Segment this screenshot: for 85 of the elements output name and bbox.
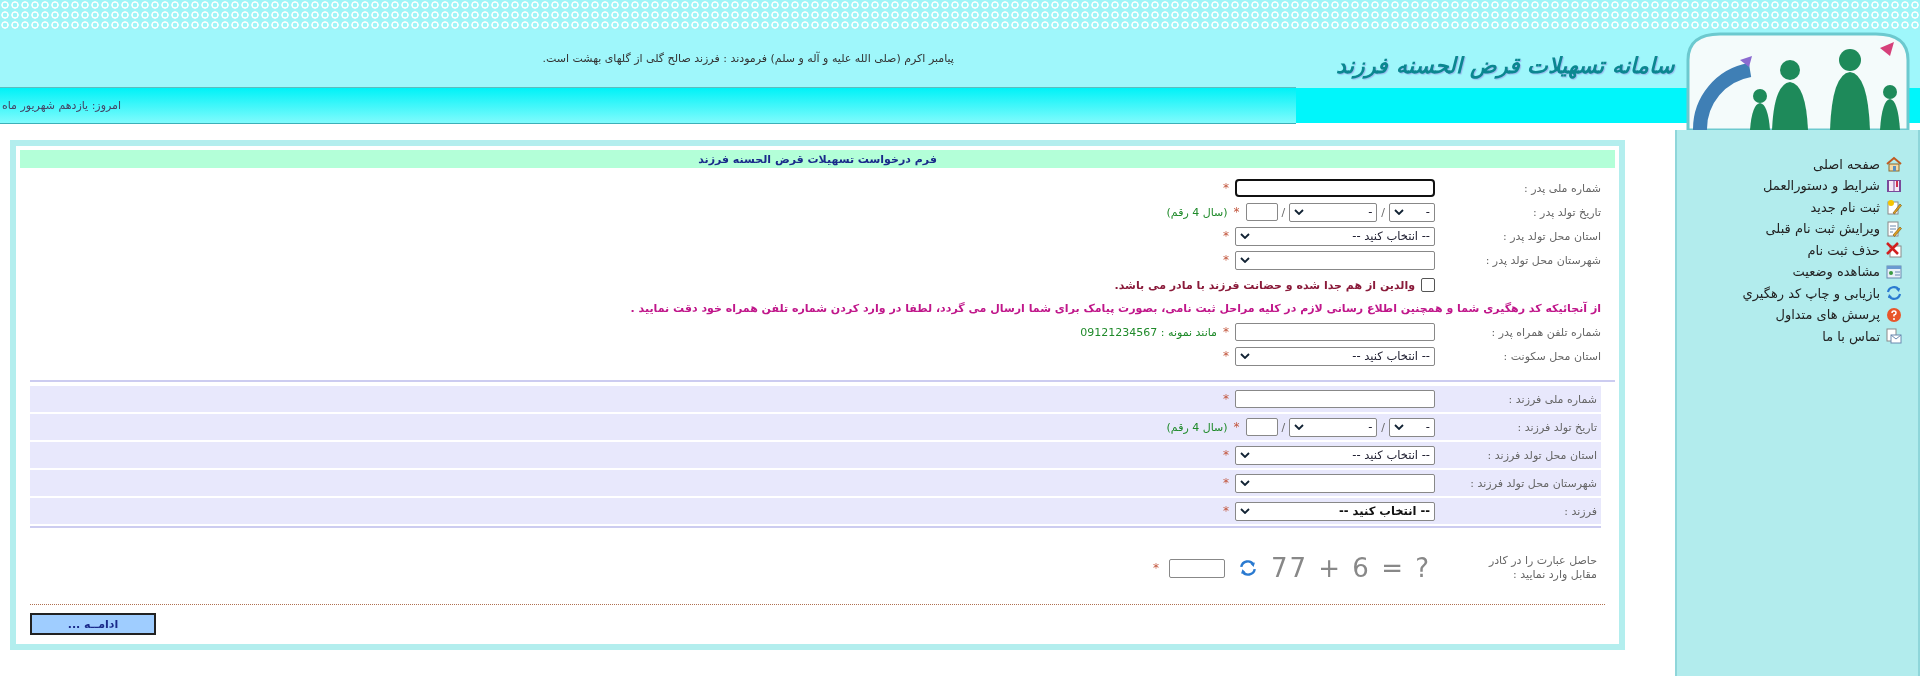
month-dropdown[interactable]: - [1289, 202, 1378, 222]
required-mark: * [1233, 420, 1240, 434]
field-label: تاریخ تولد پدر : [1531, 205, 1601, 219]
required-mark: * [1152, 561, 1159, 575]
sidebar-item[interactable]: صفحه اصلی [1677, 156, 1902, 172]
field-label: استان محل سکونت : [1502, 349, 1601, 363]
chevron-icon [1294, 209, 1305, 215]
required-mark: * [1223, 253, 1229, 267]
chevron-icon [1240, 480, 1250, 486]
checkbox[interactable] [1421, 278, 1435, 292]
refresh-icon[interactable] [1238, 559, 1257, 577]
captcha-input[interactable] [1168, 558, 1225, 578]
dropdown[interactable]: -- انتخاب کنید -- [1235, 445, 1435, 465]
field-label: تاریخ تولد فرزند : [1516, 420, 1597, 434]
date-separator: / [1281, 420, 1286, 434]
field-label: شماره ملی فرزند : [1507, 392, 1597, 406]
required-mark: * [1223, 448, 1229, 462]
input-field[interactable] [1235, 179, 1435, 197]
sidebar-item[interactable]: پرسش های متداول [1677, 306, 1902, 323]
sidebar-item[interactable]: حذف ثبت نام [1677, 242, 1902, 258]
captcha-image: 77 + 6 = ? [1270, 553, 1431, 583]
chevron-icon [1394, 424, 1404, 430]
sidebar-item[interactable]: شرایط و دستورالعمل [1677, 177, 1902, 194]
sidebar-item[interactable]: مشاهده وضعیت [1677, 263, 1902, 280]
sidebar-item[interactable]: ثبت نام جدید [1677, 199, 1902, 215]
field-label: فرزند : [1563, 504, 1597, 518]
day-dropdown[interactable]: - [1389, 417, 1435, 437]
month-dropdown[interactable]: - [1289, 417, 1378, 437]
year-input[interactable] [1245, 418, 1278, 436]
field-label: شهرستان محل تولد پدر : [1484, 253, 1601, 267]
required-mark: * [1223, 181, 1229, 195]
required-mark: * [1223, 325, 1229, 339]
house-icon [1886, 156, 1902, 172]
continue-button[interactable]: ادامــه ... [30, 613, 156, 635]
chevron-icon [1394, 209, 1404, 215]
required-mark: * [1223, 476, 1229, 490]
chevron-icon [1240, 452, 1250, 458]
field-label: شهرستان محل تولد فرزند : [1469, 476, 1597, 490]
logo-title: سامانه تسهیلات قرض الحسنه فرزند [1336, 51, 1674, 78]
dropdown[interactable] [1235, 250, 1435, 270]
chevron-icon [1240, 353, 1250, 359]
date-text: امروز: یازدهم شهریور ماه [2, 99, 121, 112]
date-separator: / [1281, 205, 1286, 219]
required-mark: * [1223, 229, 1229, 243]
form-title: فرم درخواست تسهیلات قرض الحسنه فرزند [698, 152, 937, 166]
sidebar-item[interactable]: بازیابی و چاپ کد رهگیري [1677, 285, 1902, 301]
required-mark: * [1223, 349, 1229, 363]
captcha-label: حاصل عبارت را در کادر مقابل وارد نمایید : [1487, 554, 1597, 582]
dropdown[interactable]: -- انتخاب کنید -- [1235, 346, 1435, 366]
quote-text: پیامبر اکرم (صلی الله علیه و آله و سلم) فرمودند : فرزند صالح گلی از گلهای بهشت است. [542, 52, 954, 65]
book-icon [1886, 177, 1902, 194]
field-label: شماره تلفن همراه پدر : [1490, 325, 1601, 339]
chevron-icon [1240, 233, 1250, 239]
date-separator: / [1381, 205, 1385, 219]
sidebar-item[interactable]: ویرایش ثبت نام قبلی [1677, 220, 1902, 237]
delete-icon [1886, 242, 1902, 258]
document-pencil-icon [1886, 199, 1902, 215]
chevron-icon [1240, 508, 1250, 514]
day-dropdown[interactable]: - [1389, 202, 1435, 222]
checkbox-label: والدین از هم جدا شده و حضانت فرزند با مادر می باشد. [1114, 278, 1415, 292]
hint-text: (سال 4 رقم) [1166, 205, 1228, 219]
required-mark: * [1233, 205, 1240, 219]
hint-text: مانند نمونه : 09121234567 [1080, 325, 1217, 339]
id-card-icon [1886, 263, 1902, 280]
help-icon [1886, 306, 1902, 323]
document-pencil-icon [1886, 220, 1902, 237]
field-label: استان محل تولد فرزند : [1486, 448, 1597, 462]
field-label: استان محل تولد پدر : [1501, 229, 1601, 243]
dropdown[interactable] [1235, 473, 1435, 493]
refresh-icon [1886, 285, 1902, 301]
year-input[interactable] [1245, 203, 1278, 221]
dropdown[interactable]: -- انتخاب کنید -- [1235, 501, 1435, 521]
envelope-icon [1886, 328, 1902, 344]
dropdown[interactable]: -- انتخاب کنید -- [1235, 226, 1435, 246]
chevron-icon [1240, 257, 1250, 263]
field-label: شماره ملی پدر : [1522, 181, 1601, 195]
required-mark: * [1223, 504, 1229, 518]
input-field[interactable] [1235, 390, 1435, 408]
hint-text: (سال 4 رقم) [1166, 420, 1228, 434]
chevron-icon [1294, 424, 1305, 430]
sidebar-item[interactable]: تماس با ما [1677, 328, 1902, 344]
input-field[interactable] [1235, 323, 1435, 341]
date-separator: / [1381, 420, 1385, 434]
notice-text: از آنجائیکه کد رهگیری شما و همچنین اطلاع رسانی لازم در کلیه مراحل ثبت نامی، بصورت پیامک برای شما ارسال می گردد، لطفا در وارد کردن شماره تلفن همراه خود دقت نمایید . [629, 300, 1601, 317]
required-mark: * [1223, 392, 1229, 406]
